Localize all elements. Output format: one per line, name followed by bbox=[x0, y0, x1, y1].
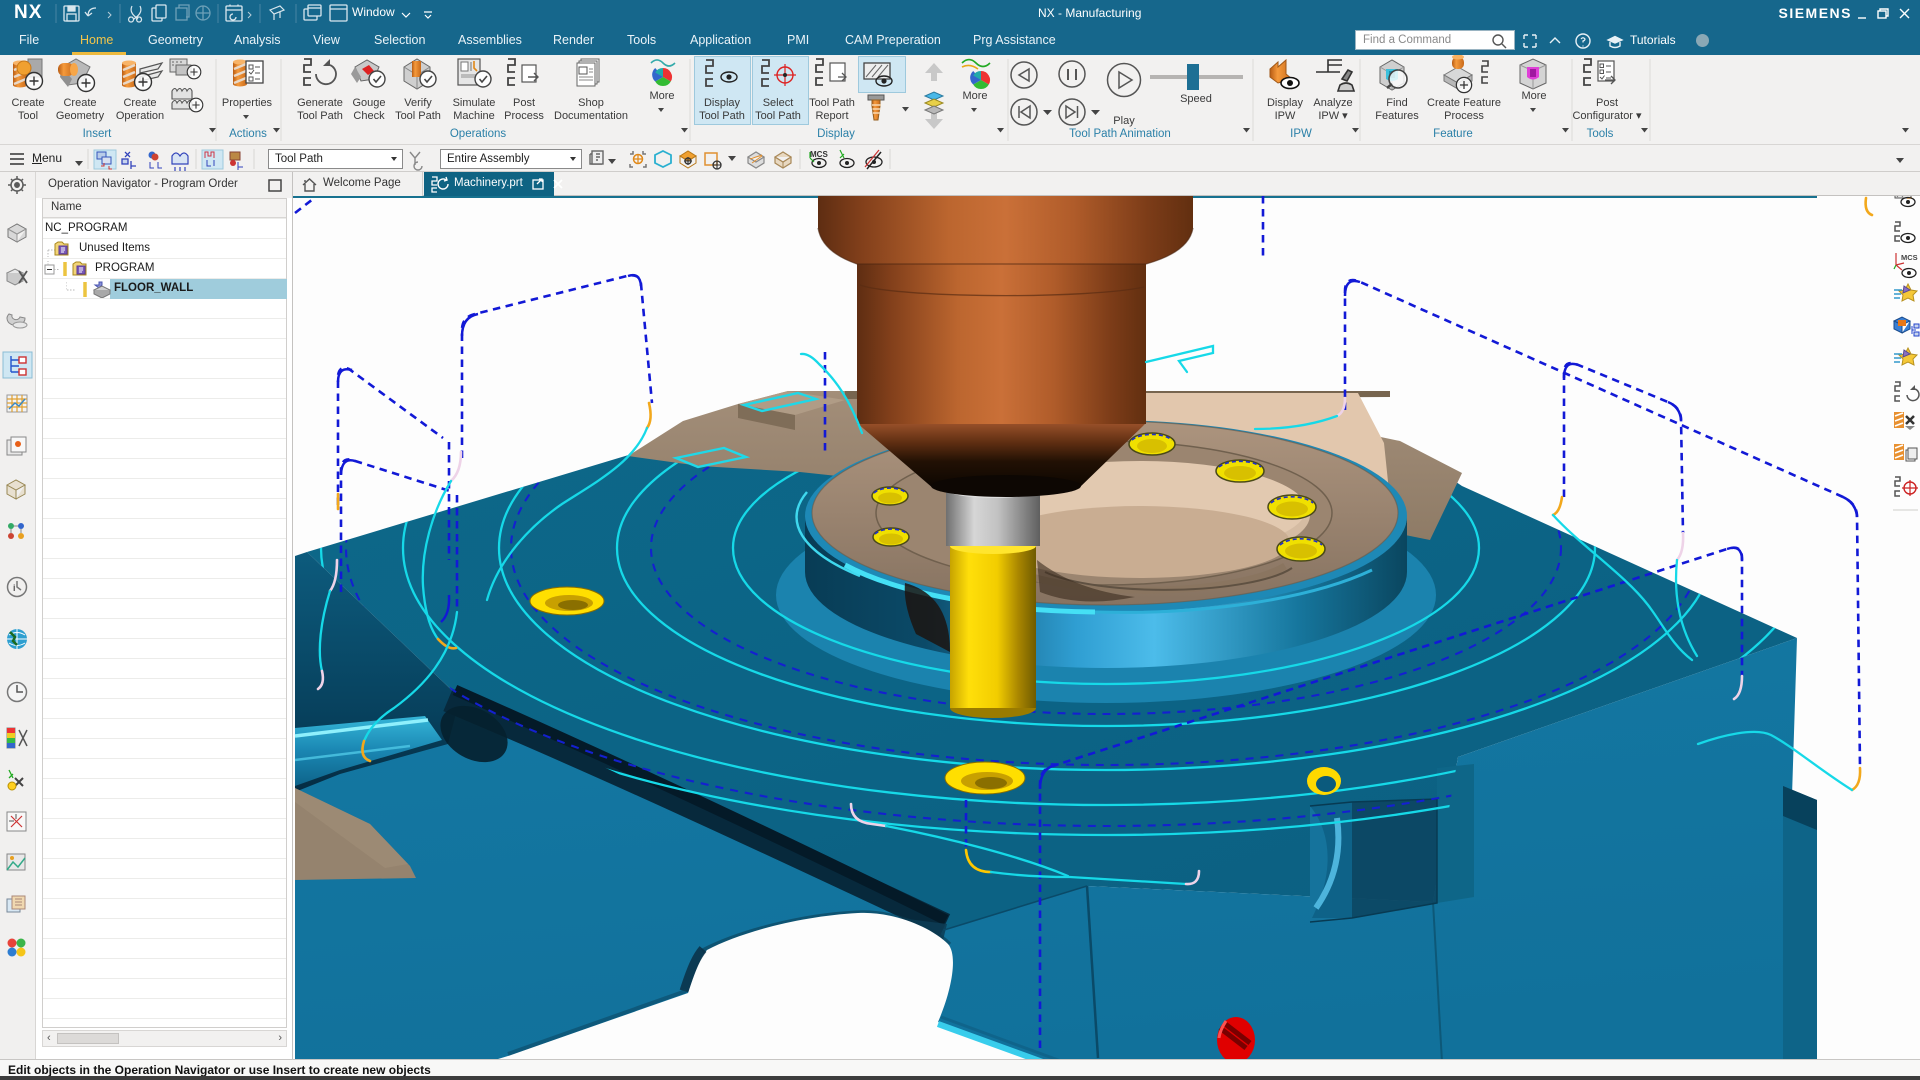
svg-text:MCS: MCS bbox=[810, 150, 828, 159]
svg-text:i: i bbox=[13, 583, 16, 593]
svg-text:MCS: MCS bbox=[1901, 253, 1918, 262]
